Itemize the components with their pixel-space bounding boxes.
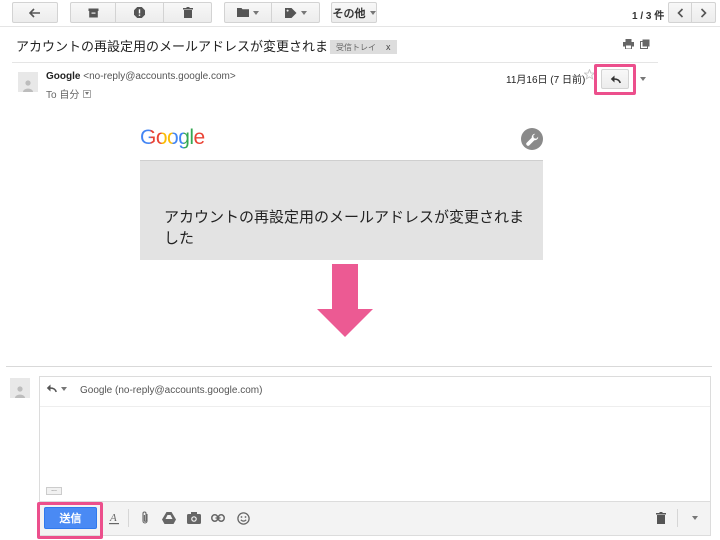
archive-icon: [88, 8, 98, 17]
older-button[interactable]: [692, 2, 716, 23]
folder-icon: [237, 8, 249, 17]
camera-icon: [187, 512, 201, 524]
print-button[interactable]: [623, 38, 634, 52]
new-window-icon: [640, 39, 650, 49]
reply-arrow-icon: [46, 384, 57, 393]
reply-arrow-icon: [29, 7, 40, 18]
chevron-down-icon: [369, 10, 376, 15]
google-logo: Google: [140, 126, 205, 150]
recipient-line[interactable]: To 自分: [46, 86, 92, 101]
newer-button[interactable]: [668, 2, 692, 23]
compose-header-divider: [40, 406, 710, 407]
sender-avatar: [18, 72, 38, 92]
sender-name: Google: [46, 71, 81, 82]
archive-button[interactable]: [70, 2, 116, 23]
more-button[interactable]: その他: [331, 2, 377, 23]
down-arrow-shaft: [332, 264, 358, 310]
sender-line: Google <no-reply@accounts.google.com>: [46, 71, 236, 82]
wrench-icon: [521, 128, 543, 150]
pagination-nav: [668, 2, 716, 23]
down-arrow-head: [317, 309, 373, 337]
subject-divider: [12, 62, 658, 63]
trash-icon: [182, 7, 193, 18]
back-button[interactable]: [12, 2, 58, 23]
person-icon: [15, 386, 25, 398]
my-avatar: [10, 378, 30, 398]
link-icon: [211, 514, 225, 522]
formatting-button[interactable]: A: [106, 510, 122, 526]
toolbar-divider: [0, 26, 720, 27]
message-more-button[interactable]: [636, 69, 650, 89]
chevron-down-icon: [692, 516, 698, 520]
toolbar-separator: [128, 509, 129, 527]
tag-icon: [284, 7, 296, 18]
recipient-text: To 自分: [46, 90, 80, 101]
more-label: その他: [332, 7, 366, 20]
move-to-button[interactable]: [224, 2, 272, 23]
label-button-group: [224, 2, 320, 23]
paperclip-icon: [142, 511, 148, 524]
more-options-button[interactable]: [687, 510, 703, 526]
text-format-icon: A: [109, 512, 119, 525]
trash-icon: [656, 512, 666, 524]
google-logo-text: Google: [140, 126, 205, 149]
print-icon: [623, 39, 634, 50]
spam-icon: [134, 7, 145, 18]
drive-icon: [162, 512, 176, 524]
smiley-icon: [236, 511, 250, 525]
insert-drive-button[interactable]: [161, 510, 177, 526]
chevron-down-icon: [640, 77, 646, 81]
sender-email: <no-reply@accounts.google.com>: [83, 71, 236, 82]
thread-subject: アカウントの再設定用のメールアドレスが変更されました: [16, 39, 355, 54]
toolbar-separator: [677, 509, 678, 527]
chevron-down-icon: [85, 92, 90, 95]
compose-recipient[interactable]: Google (no-reply@accounts.google.com): [80, 385, 262, 396]
reply-button[interactable]: [601, 69, 629, 89]
insert-link-button[interactable]: [210, 510, 226, 526]
reply-arrow-icon: [610, 75, 621, 83]
show-trimmed-content-button[interactable]: ...: [46, 486, 62, 495]
message-date: 11月16日 (7 日前): [506, 75, 586, 86]
new-window-button[interactable]: [640, 38, 650, 52]
labels-button[interactable]: [272, 2, 320, 23]
action-button-group: [70, 2, 212, 23]
pagination-count: 1 / 3 件: [632, 11, 665, 22]
insert-photo-button[interactable]: [186, 510, 202, 526]
person-icon: [23, 80, 33, 92]
chevron-down-icon: [61, 386, 67, 391]
inbox-label-text: 受信トレイ: [336, 42, 376, 52]
insert-emoji-button[interactable]: [235, 510, 251, 526]
discard-draft-button[interactable]: [653, 510, 669, 526]
show-details-button[interactable]: [83, 89, 92, 98]
delete-button[interactable]: [164, 2, 212, 23]
remove-label-button[interactable]: x: [386, 42, 391, 52]
chevron-right-icon: [700, 7, 707, 18]
inbox-label-chip[interactable]: 受信トレイ x: [330, 40, 397, 54]
compose-divider: [6, 366, 712, 367]
report-spam-button[interactable]: [116, 2, 164, 23]
chevron-down-icon: [253, 10, 259, 15]
chevron-down-icon: [300, 10, 307, 15]
send-button-highlight: [37, 502, 103, 539]
email-headline: アカウントの再設定用のメールアドレスが変更されました: [164, 209, 525, 247]
svg-text:A: A: [109, 512, 117, 524]
reply-type-dropdown[interactable]: [46, 384, 67, 393]
chevron-left-icon: [676, 7, 683, 18]
attach-file-button[interactable]: [137, 510, 153, 526]
